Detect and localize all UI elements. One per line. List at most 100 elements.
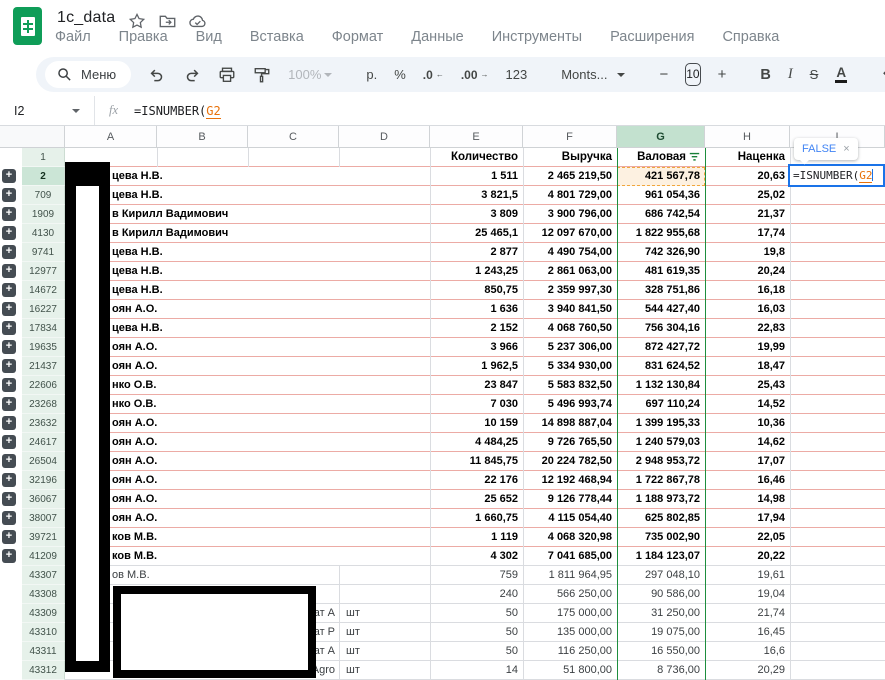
cell-markup[interactable]: 20,63 <box>705 167 790 185</box>
row-header[interactable]: 43311 <box>22 642 65 661</box>
row-header[interactable]: 1909 <box>22 205 65 224</box>
cell-manager-name[interactable]: цева Н.В. <box>112 186 163 204</box>
row-header[interactable]: 17834 <box>22 319 65 338</box>
cell-markup[interactable]: 16,45 <box>705 623 790 641</box>
cell-markup[interactable]: 18,47 <box>705 357 790 375</box>
fill-color-button[interactable] <box>881 66 885 84</box>
row-header[interactable]: 32196 <box>22 471 65 490</box>
menu-insert[interactable]: Вставка <box>247 28 307 46</box>
header-quantity[interactable]: Количество <box>430 148 523 166</box>
row-group-expand-button[interactable]: + <box>2 226 16 240</box>
cell-gross[interactable]: 90 586,00 <box>617 585 705 603</box>
cell-manager-name[interactable]: оян А.О. <box>112 471 157 489</box>
column-header-B[interactable]: B <box>157 126 248 148</box>
cell-quantity[interactable]: 2 877 <box>430 243 523 261</box>
cell-revenue[interactable]: 9 726 765,50 <box>523 433 617 451</box>
text-color-button[interactable]: A <box>835 66 847 83</box>
cell-manager-name[interactable]: в Кирилл Вадимович <box>112 224 228 242</box>
italic-button[interactable]: I <box>788 66 793 83</box>
cell-revenue[interactable]: 135 000,00 <box>523 623 617 641</box>
cell-quantity[interactable]: 3 809 <box>430 205 523 223</box>
cell-quantity[interactable]: 14 <box>430 661 523 679</box>
column-header-F[interactable]: F <box>523 126 617 148</box>
cell-markup[interactable]: 20,24 <box>705 262 790 280</box>
cell-revenue[interactable]: 20 224 782,50 <box>523 452 617 470</box>
cell-quantity[interactable]: 4 302 <box>430 547 523 565</box>
cell-gross[interactable]: 31 250,00 <box>617 604 705 622</box>
row-header[interactable]: 2 <box>22 167 65 186</box>
cell-gross[interactable]: 16 550,00 <box>617 642 705 660</box>
column-header-C[interactable]: C <box>248 126 339 148</box>
move-to-folder-icon[interactable] <box>159 13 176 29</box>
row-header[interactable]: 9741 <box>22 243 65 262</box>
row-header[interactable]: 24617 <box>22 433 65 452</box>
cell-markup[interactable]: 25,02 <box>705 186 790 204</box>
row-group-expand-button[interactable]: + <box>2 473 16 487</box>
row-header[interactable]: 14672 <box>22 281 65 300</box>
cell-markup[interactable]: 10,36 <box>705 414 790 432</box>
zoom-select[interactable]: 100% <box>288 67 332 82</box>
cell-quantity[interactable]: 25 465,1 <box>430 224 523 242</box>
header-revenue[interactable]: Выручка <box>523 148 617 166</box>
cell-markup[interactable]: 14,62 <box>705 433 790 451</box>
more-formats-button[interactable]: 123 <box>506 67 528 82</box>
cell-quantity[interactable]: 4 484,25 <box>430 433 523 451</box>
chevron-down-icon[interactable] <box>72 109 80 113</box>
column-header-G[interactable]: G <box>617 126 705 148</box>
row-group-expand-button[interactable]: + <box>2 511 16 525</box>
cell-markup[interactable]: 17,74 <box>705 224 790 242</box>
cell-manager-name[interactable]: оян А.О. <box>112 490 157 508</box>
cell-gross[interactable]: 697 110,24 <box>617 395 705 413</box>
cell-markup[interactable]: 20,29 <box>705 661 790 679</box>
menu-format[interactable]: Формат <box>329 28 387 46</box>
row-header[interactable]: 4130 <box>22 224 65 243</box>
cell-manager-name[interactable]: оян А.О. <box>112 452 157 470</box>
sheets-logo[interactable] <box>13 7 42 45</box>
formula-input[interactable]: =ISNUMBER(G2 <box>134 104 221 118</box>
cell-quantity[interactable]: 50 <box>430 604 523 622</box>
print-button[interactable] <box>218 66 236 84</box>
row-header[interactable]: 12977 <box>22 262 65 281</box>
cell-markup[interactable]: 19,99 <box>705 338 790 356</box>
cell-quantity[interactable]: 1 660,75 <box>430 509 523 527</box>
cell-quantity[interactable]: 759 <box>430 566 523 584</box>
menu-extensions[interactable]: Расширения <box>607 28 697 46</box>
row-group-expand-button[interactable]: + <box>2 397 16 411</box>
menu-search-button[interactable]: Меню <box>45 61 131 88</box>
menu-edit[interactable]: Правка <box>116 28 171 46</box>
row-header[interactable]: 43307 <box>22 566 65 585</box>
undo-button[interactable] <box>148 66 166 84</box>
cell-revenue[interactable]: 4 490 754,00 <box>523 243 617 261</box>
cell-revenue[interactable]: 9 126 778,44 <box>523 490 617 508</box>
row-header[interactable]: 39721 <box>22 528 65 547</box>
row-header[interactable]: 43309 <box>22 604 65 623</box>
cell-quantity[interactable]: 1 511 <box>430 167 523 185</box>
cell-gross[interactable]: 481 619,35 <box>617 262 705 280</box>
cell-gross[interactable]: 756 304,16 <box>617 319 705 337</box>
cell-revenue[interactable]: 1 811 964,95 <box>523 566 617 584</box>
cell-manager-name[interactable]: цева Н.В. <box>112 281 163 299</box>
cell-markup[interactable]: 19,61 <box>705 566 790 584</box>
row-header[interactable]: 43310 <box>22 623 65 642</box>
select-all-corner[interactable] <box>0 126 65 148</box>
cell-quantity[interactable]: 850,75 <box>430 281 523 299</box>
cell-quantity[interactable]: 50 <box>430 623 523 641</box>
cell-quantity[interactable]: 11 845,75 <box>430 452 523 470</box>
cell-manager-name[interactable]: оян А.О. <box>112 357 157 375</box>
row-group-expand-button[interactable]: + <box>2 492 16 506</box>
cell-markup[interactable]: 17,07 <box>705 452 790 470</box>
cell-revenue[interactable]: 3 900 796,00 <box>523 205 617 223</box>
cell-revenue[interactable]: 4 801 729,00 <box>523 186 617 204</box>
row-header[interactable]: 19635 <box>22 338 65 357</box>
cell-gross[interactable]: 8 736,00 <box>617 661 705 679</box>
cell-revenue[interactable]: 5 334 930,00 <box>523 357 617 375</box>
row-group-expand-button[interactable]: + <box>2 454 16 468</box>
cell-quantity[interactable]: 1 119 <box>430 528 523 546</box>
cell-quantity[interactable]: 1 962,5 <box>430 357 523 375</box>
name-box[interactable]: I2 <box>0 104 72 118</box>
cell-manager-name[interactable]: ов М.В. <box>112 566 150 584</box>
cell-markup[interactable]: 21,74 <box>705 604 790 622</box>
row-header[interactable]: 43312 <box>22 661 65 680</box>
cell-quantity[interactable]: 3 966 <box>430 338 523 356</box>
cell-revenue[interactable]: 116 250,00 <box>523 642 617 660</box>
